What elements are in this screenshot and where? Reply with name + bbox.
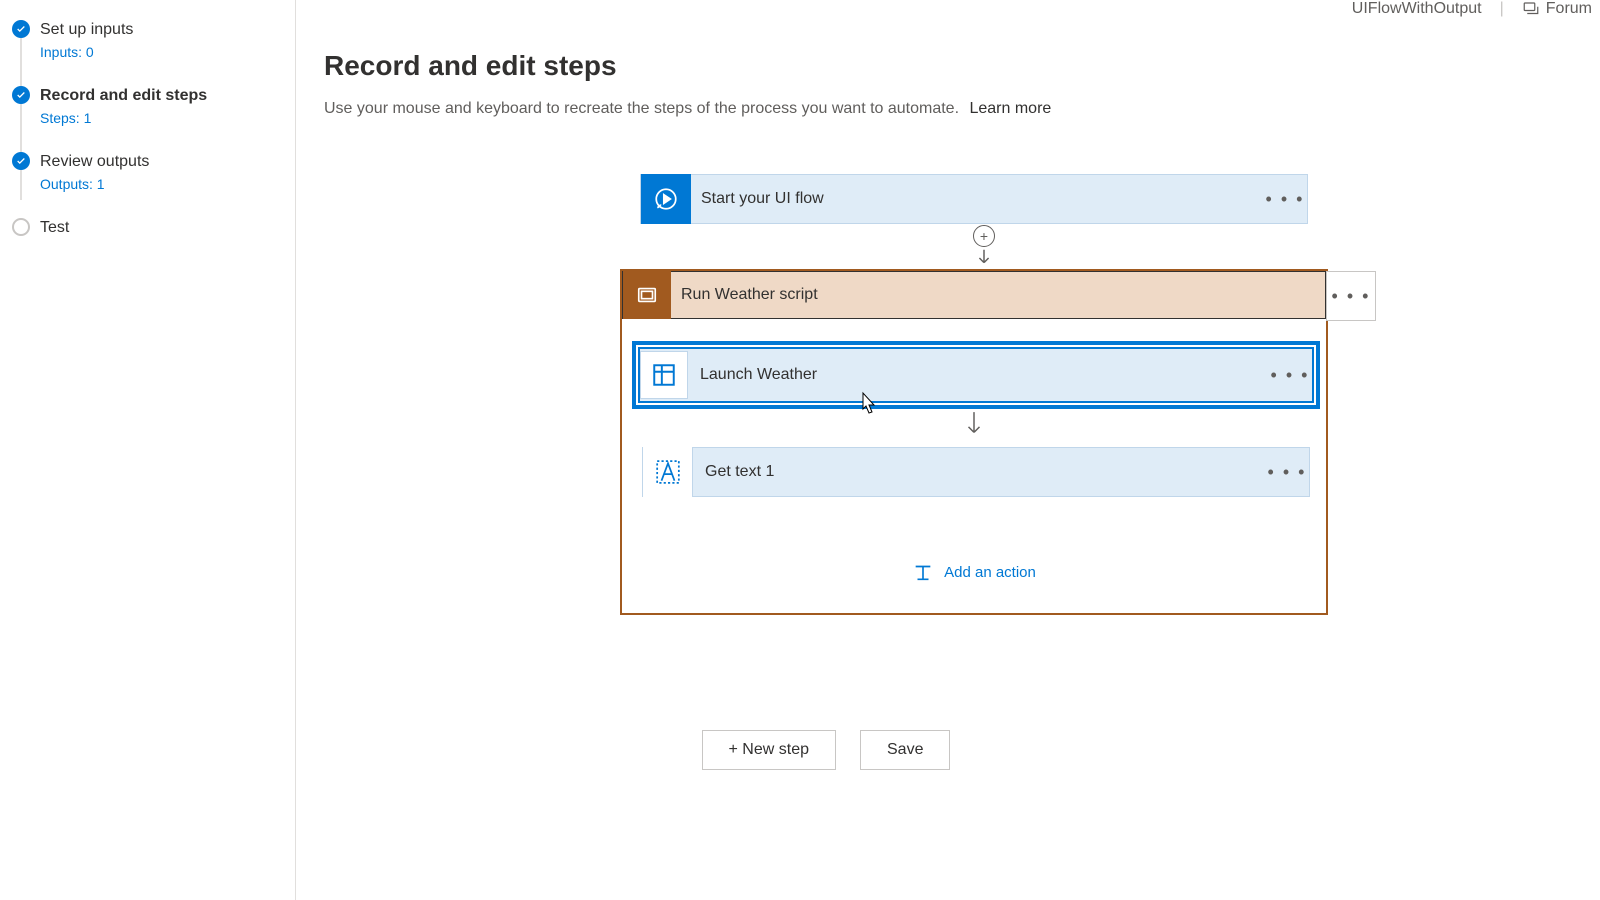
launch-weather-menu[interactable]: • • • [1268,365,1312,386]
page-description-text: Use your mouse and keyboard to recreate … [324,100,959,117]
check-icon [12,20,30,38]
wizard-sidebar: Set up inputs Inputs: 0 Record and edit … [0,0,296,900]
run-script-group: Run Weather script • • • Launch Weather … [620,269,1328,615]
page-title: Record and edit steps [324,50,1600,82]
sidebar-item-sublabel: Steps: 1 [40,110,283,126]
empty-circle-icon [12,218,30,236]
footer-buttons: + New step Save [296,730,1356,770]
run-script-label: Run Weather script [671,286,1325,304]
launch-weather-label: Launch Weather [688,366,1268,384]
app-window-icon [640,351,688,399]
sidebar-item-setup-inputs[interactable]: Set up inputs Inputs: 0 [0,14,295,66]
save-button[interactable]: Save [860,730,950,770]
play-icon [641,174,691,224]
sidebar-item-sublabel: Outputs: 1 [40,176,283,192]
group-body: Launch Weather • • • Get text 1 • • • [622,319,1326,613]
sidebar-item-label: Review outputs [40,152,283,172]
sidebar-item-sublabel: Inputs: 0 [40,44,283,60]
sidebar-item-record-steps[interactable]: Record and edit steps Steps: 1 [0,80,295,132]
check-icon [12,86,30,104]
connector-line [20,170,22,200]
start-flow-label: Start your UI flow [691,190,1263,208]
sidebar-item-label: Record and edit steps [40,86,283,106]
get-text-card[interactable]: Get text 1 • • • [642,447,1310,497]
run-script-header[interactable]: Run Weather script • • • [622,271,1326,319]
check-icon [12,152,30,170]
arrow-down-icon [963,409,985,441]
add-action-label: Add an action [944,564,1036,581]
run-script-menu[interactable]: • • • [1326,271,1376,321]
connector-plus-arrow: + [973,225,995,269]
arrow-down-icon [973,247,995,269]
sidebar-item-label: Set up inputs [40,20,283,40]
sidebar-item-review-outputs[interactable]: Review outputs Outputs: 1 [0,146,295,198]
add-connector-button[interactable]: + [973,225,995,247]
script-icon [623,271,671,319]
text-icon [643,447,693,497]
page-description: Use your mouse and keyboard to recreate … [324,100,1600,118]
start-flow-card[interactable]: Start your UI flow • • • [640,174,1308,224]
get-text-menu[interactable]: • • • [1265,462,1309,483]
add-action-icon [912,561,934,583]
sidebar-item-test[interactable]: Test [0,212,295,244]
sidebar-item-label: Test [40,218,283,238]
get-text-label: Get text 1 [693,463,1265,481]
new-step-button[interactable]: + New step [702,730,836,770]
main-content: Record and edit steps Use your mouse and… [296,0,1600,174]
add-action-button[interactable]: Add an action [634,561,1314,583]
launch-weather-card[interactable]: Launch Weather • • • [638,347,1314,403]
learn-more-link[interactable]: Learn more [969,100,1051,117]
start-flow-menu[interactable]: • • • [1263,189,1307,210]
